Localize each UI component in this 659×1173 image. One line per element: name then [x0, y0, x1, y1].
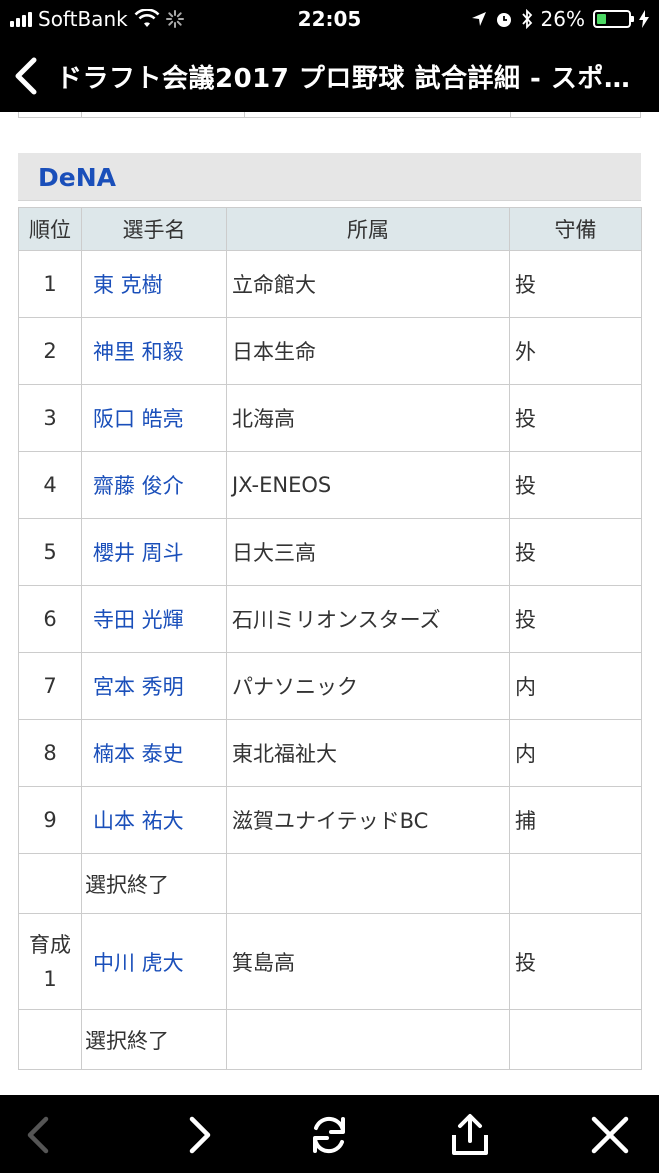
- player-link[interactable]: 東 克樹: [81, 250, 227, 318]
- player-link[interactable]: 中川 虎大: [81, 913, 227, 1010]
- player-link[interactable]: 齋藤 俊介: [81, 451, 227, 519]
- page-content[interactable]: DeNA 順位 選手名 所属 守備 1 東 克樹 立命館大 投 2 神里 和毅: [0, 112, 659, 1095]
- back-chevron-icon[interactable]: [12, 56, 42, 96]
- empty-cell: [509, 1009, 642, 1070]
- selection-end-label: 選択終了: [81, 1009, 227, 1070]
- reload-icon[interactable]: [307, 1113, 351, 1157]
- rank-line1: 育成: [29, 932, 71, 957]
- table-row: 8 楠本 泰史 東北福祉大 内: [18, 719, 642, 787]
- affiliation-cell: 滋賀ユナイテッドBC: [226, 786, 510, 854]
- table-row: 2 神里 和毅 日本生命 外: [18, 317, 642, 385]
- rank-cell: 4: [18, 451, 82, 519]
- position-cell: 投: [509, 518, 642, 586]
- chevron-right-icon[interactable]: [176, 1113, 220, 1157]
- team-name: DeNA: [38, 163, 116, 192]
- selection-end-label: 選択終了: [81, 853, 227, 914]
- bottom-toolbar: [0, 1095, 659, 1173]
- table-row: 7 宮本 秀明 パナソニック 内: [18, 652, 642, 720]
- player-link[interactable]: 櫻井 周斗: [81, 518, 227, 586]
- position-cell: 捕: [509, 786, 642, 854]
- rank-cell: 2: [18, 317, 82, 385]
- affiliation-cell: JX-ENEOS: [226, 451, 510, 519]
- status-bar: SoftBank 22:05 26%: [0, 0, 659, 38]
- affiliation-cell: 日大三高: [226, 518, 510, 586]
- table-row: 9 山本 祐大 滋賀ユナイテッドBC 捕: [18, 786, 642, 854]
- share-icon[interactable]: [448, 1113, 492, 1157]
- top-bar: SoftBank 22:05 26% ドラフト会議2017 プロ野球 試合詳細 …: [0, 0, 659, 112]
- charging-bolt-icon: [639, 10, 649, 28]
- table-row: 1 東 克樹 立命館大 投: [18, 250, 642, 318]
- affiliation-cell: 日本生命: [226, 317, 510, 385]
- rank-line2: 1: [43, 966, 57, 991]
- rank-cell: 7: [18, 652, 82, 720]
- empty-cell: [18, 1009, 82, 1070]
- bluetooth-icon: [521, 9, 532, 29]
- position-cell: 投: [509, 451, 642, 519]
- empty-cell: [18, 853, 82, 914]
- selection-end-row: 選択終了: [18, 853, 642, 914]
- draft-table: 順位 選手名 所属 守備 1 東 克樹 立命館大 投 2 神里 和毅 日本生命 …: [18, 207, 642, 1070]
- close-icon[interactable]: [588, 1113, 632, 1157]
- position-cell: 投: [509, 585, 642, 653]
- affiliation-cell: 石川ミリオンスターズ: [226, 585, 510, 653]
- player-link[interactable]: 神里 和毅: [81, 317, 227, 385]
- rank-cell: 6: [18, 585, 82, 653]
- location-arrow-icon: [471, 12, 486, 26]
- affiliation-cell: 箕島高: [226, 913, 510, 1010]
- table-row: 3 阪口 皓亮 北海高 投: [18, 384, 642, 452]
- selection-end-row: 選択終了: [18, 1009, 642, 1070]
- chevron-left-icon[interactable]: [18, 1113, 62, 1157]
- header-affiliation: 所属: [226, 207, 510, 251]
- empty-cell: [226, 1009, 510, 1070]
- previous-table-bottom: [18, 112, 641, 118]
- position-cell: 投: [509, 384, 642, 452]
- position-cell: 内: [509, 719, 642, 787]
- position-cell: 投: [509, 250, 642, 318]
- player-link[interactable]: 寺田 光輝: [81, 585, 227, 653]
- page-title: ドラフト会議2017 プロ野球 試合詳細 - スポ…: [56, 64, 631, 94]
- table-row: 5 櫻井 周斗 日大三高 投: [18, 518, 642, 586]
- affiliation-cell: パナソニック: [226, 652, 510, 720]
- player-link[interactable]: 山本 祐大: [81, 786, 227, 854]
- header-player: 選手名: [81, 207, 227, 251]
- table-row: 4 齋藤 俊介 JX-ENEOS 投: [18, 451, 642, 519]
- position-cell: 投: [509, 913, 642, 1010]
- player-link[interactable]: 阪口 皓亮: [81, 384, 227, 452]
- table-row: 6 寺田 光輝 石川ミリオンスターズ 投: [18, 585, 642, 653]
- position-cell: 内: [509, 652, 642, 720]
- rank-cell: 1: [18, 250, 82, 318]
- rank-cell: 3: [18, 384, 82, 452]
- nav-bar: ドラフト会議2017 プロ野球 試合詳細 - スポ…: [0, 44, 659, 108]
- empty-cell: [226, 853, 510, 914]
- empty-cell: [509, 853, 642, 914]
- rank-cell: 育成 1: [18, 913, 82, 1010]
- rank-cell: 8: [18, 719, 82, 787]
- team-header: DeNA: [18, 153, 641, 201]
- header-rank: 順位: [18, 207, 82, 251]
- alarm-icon: [496, 13, 511, 27]
- battery-icon: [593, 10, 634, 28]
- battery-percent: 26%: [540, 7, 585, 31]
- ikusei-row: 育成 1 中川 虎大 箕島高 投: [18, 913, 642, 1010]
- affiliation-cell: 北海高: [226, 384, 510, 452]
- status-right: 26%: [471, 7, 649, 31]
- affiliation-cell: 東北福祉大: [226, 719, 510, 787]
- header-position: 守備: [509, 207, 642, 251]
- rank-cell: 9: [18, 786, 82, 854]
- player-link[interactable]: 宮本 秀明: [81, 652, 227, 720]
- position-cell: 外: [509, 317, 642, 385]
- player-link[interactable]: 楠本 泰史: [81, 719, 227, 787]
- affiliation-cell: 立命館大: [226, 250, 510, 318]
- table-header-row: 順位 選手名 所属 守備: [18, 207, 642, 251]
- rank-cell: 5: [18, 518, 82, 586]
